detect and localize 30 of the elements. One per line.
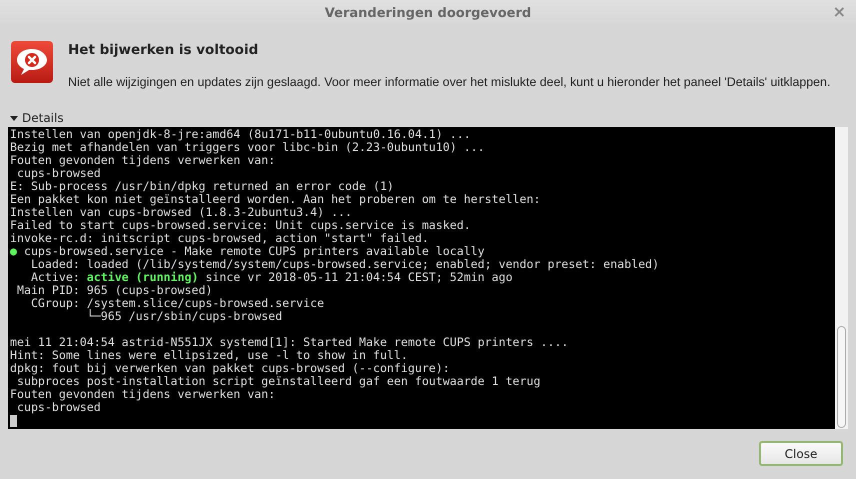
terminal-line: cups-browsed (16, 401, 101, 414)
terminal-line: Instellen van cups-browsed (1.8.3-2ubuntu3.4) ... (10, 206, 354, 219)
terminal-line: invoke-rc.d: initscript cups-browsed, action "start" failed. (10, 232, 430, 245)
details-expander[interactable]: Details (8, 111, 64, 125)
terminal-line: Loaded: loaded (/lib/systemd/system/cups-browsed.service; enabled; vendor preset: enabled) (30, 258, 660, 271)
terminal-line: mei 11 21:04:54 astrid-N551JX systemd[1]: Started Make remote CUPS printers .... (10, 336, 570, 349)
terminal-line: CGroup: /system.slice/cups-browsed.service (30, 297, 326, 310)
dialog-message: Niet alle wijzigingen en updates zijn geslaagd. Voor meer informatie over het mislukte deel, kunt u hieronder het paneel 'Details' uitklappen. (68, 75, 830, 89)
terminal-line: E: Sub-process /usr/bin/dpkg returned an error code (1) (10, 180, 395, 193)
terminal-line: Main PID: 965 (cups-browsed) (16, 284, 214, 297)
terminal-line: Hint: Some lines were ellipsized, use -l to show in full. (10, 349, 409, 362)
terminal-line: ● cups-browsed.service - Make remote CUPS printers available locally (10, 245, 486, 258)
scrollbar[interactable] (835, 127, 848, 429)
text-cursor (10, 414, 17, 427)
terminal-line: Fouten gevonden tijdens verwerken van: (10, 154, 276, 167)
terminal-line: Bezig met afhandelen van triggers voor libc-bin (2.23-0ubuntu10) ... (10, 141, 486, 154)
dialog-heading: Het bijwerken is voltooid (68, 42, 260, 58)
terminal-line: cups-browsed (16, 167, 101, 180)
error-icon (10, 40, 54, 84)
window-title: Veranderingen doorgevoerd (324, 6, 532, 20)
close-dialog-button[interactable]: Close (759, 441, 843, 466)
terminal-line: dpkg: fout bij verwerken van pakket cups-browsed (--configure): (10, 362, 451, 375)
terminal-line: Een pakket kon niet geïnstalleerd worden. Aan het proberen om te herstellen: (10, 193, 542, 206)
terminal-line: Instellen van openjdk-8-jre:amd64 (8u171-b11-0ubuntu0.16.04.1) ... (10, 128, 472, 141)
terminal-line: Failed to start cups-browsed.service: Unit cups.service is masked. (10, 219, 472, 232)
terminal-line: Fouten gevonden tijdens verwerken van: (10, 388, 276, 401)
terminal-line: Active: active (running) since vr 2018-05-11 21:04:54 CEST; 52min ago (30, 271, 514, 284)
scrollbar-thumb[interactable] (837, 326, 846, 428)
terminal-line: subproces post-installation script geïnstalleerd gaf een foutwaarde 1 terug (16, 375, 542, 388)
terminal-line: └─965 /usr/sbin/cups-browsed (86, 310, 282, 323)
